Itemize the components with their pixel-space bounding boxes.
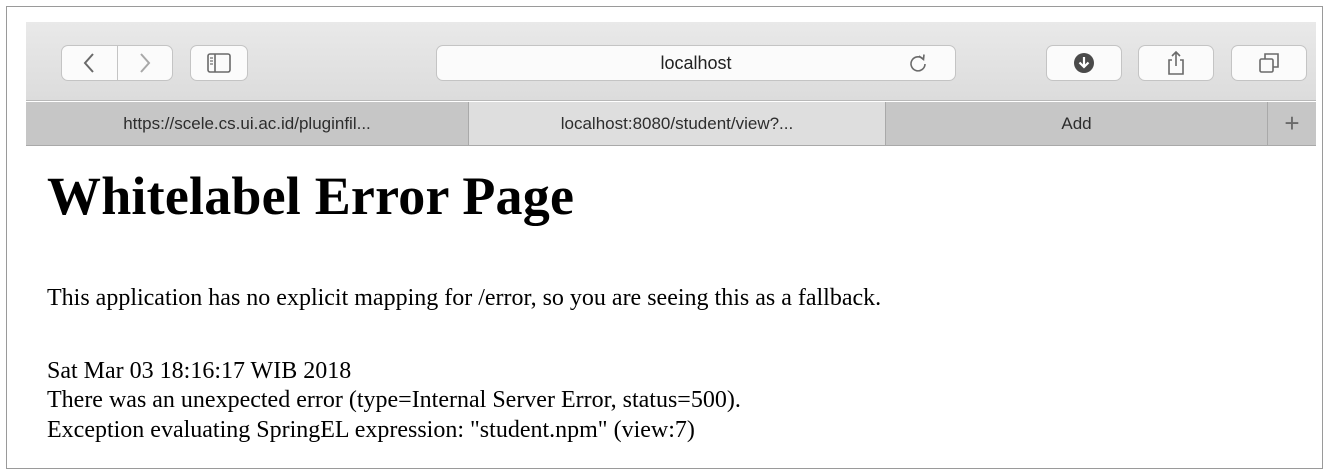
tab-student-view[interactable]: localhost:8080/student/view?...: [469, 102, 886, 145]
browser-window: localhost https://scele.cs.ui.ac.id/plug…: [6, 6, 1323, 469]
tab-label: https://scele.cs.ui.ac.id/pluginfil...: [123, 113, 371, 133]
browser-toolbar: localhost: [26, 22, 1316, 101]
tabs-icon: [1258, 52, 1280, 74]
share-button[interactable]: [1138, 45, 1214, 81]
tabs-overview-button[interactable]: [1231, 45, 1307, 81]
tab-label: localhost:8080/student/view?...: [560, 113, 794, 133]
plus-icon: +: [1284, 108, 1300, 138]
tab-add[interactable]: Add: [886, 102, 1268, 145]
sidebar-button[interactable]: [190, 45, 248, 81]
new-tab-button[interactable]: +: [1268, 102, 1316, 145]
page-content: Whitelabel Error Page This application h…: [47, 166, 1307, 442]
error-timestamp: Sat Mar 03 18:16:17 WIB 2018: [47, 358, 352, 384]
page-title: Whitelabel Error Page: [47, 166, 575, 226]
address-bar[interactable]: localhost: [436, 45, 956, 81]
url-text: localhost: [660, 52, 732, 73]
exception-line: Exception evaluating SpringEL expression…: [47, 416, 695, 443]
chevron-right-icon: [138, 52, 152, 74]
forward-button[interactable]: [118, 46, 173, 80]
tab-bar: https://scele.cs.ui.ac.id/pluginfil... l…: [26, 102, 1316, 146]
error-message: This application has no explicit mapping…: [47, 285, 882, 311]
download-icon: [1073, 52, 1095, 74]
tab-label: Add: [1061, 113, 1092, 133]
tab-scele[interactable]: https://scele.cs.ui.ac.id/pluginfil...: [26, 102, 469, 145]
reload-icon: [908, 52, 928, 74]
error-details: Sat Mar 03 18:16:17 WIB 2018 There was a…: [47, 357, 741, 445]
sidebar-icon: [207, 53, 231, 73]
nav-buttons: [61, 45, 173, 81]
share-icon: [1166, 50, 1186, 76]
downloads-button[interactable]: [1046, 45, 1122, 81]
error-type-line: There was an unexpected error (type=Inte…: [47, 387, 741, 414]
chevron-left-icon: [82, 52, 96, 74]
back-button[interactable]: [62, 46, 118, 80]
reload-button[interactable]: [907, 52, 929, 74]
